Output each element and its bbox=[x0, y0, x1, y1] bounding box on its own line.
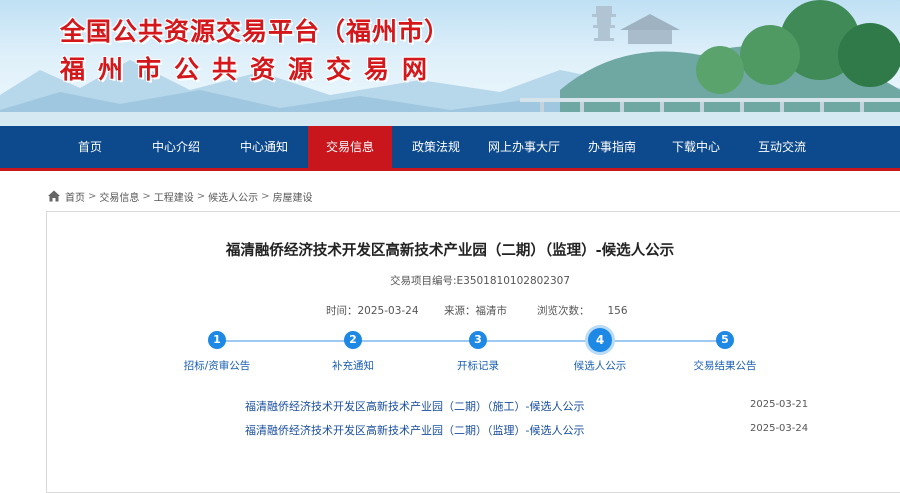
step-2-circle[interactable]: 2 bbox=[344, 331, 362, 349]
breadcrumb: 首页 > 交易信息 > 工程建设 > 候选人公示 > 房屋建设 bbox=[47, 188, 313, 204]
home-icon[interactable] bbox=[47, 189, 61, 203]
breadcrumb-housing[interactable]: 房屋建设 bbox=[273, 189, 313, 204]
nav-center-intro[interactable]: 中心介绍 bbox=[134, 126, 218, 168]
step-1-label[interactable]: 招标/资审公告 bbox=[184, 358, 251, 373]
nav-download[interactable]: 下载中心 bbox=[656, 126, 736, 168]
header-banner: 全国公共资源交易平台（福州市） 福州市公共资源交易网 bbox=[0, 0, 900, 126]
breadcrumb-separator: > bbox=[142, 190, 151, 202]
breadcrumb-separator: > bbox=[196, 190, 206, 202]
project-date: 2025-03-21 bbox=[750, 399, 809, 410]
step-3-circle[interactable]: 3 bbox=[469, 331, 487, 349]
breadcrumb-engineering[interactable]: 工程建设 bbox=[154, 189, 194, 204]
views-label: 浏览次数： bbox=[537, 305, 590, 317]
project-link-supervision[interactable]: 福清融侨经济技术开发区高新技术产业园（二期）（监理）-候选人公示 bbox=[245, 422, 584, 438]
nav-interaction[interactable]: 互动交流 bbox=[742, 126, 822, 168]
nav-home[interactable]: 首页 bbox=[50, 126, 130, 168]
breadcrumb-separator: > bbox=[88, 190, 97, 202]
publish-time: 时间：2025-03-24 bbox=[326, 303, 419, 318]
source: 来源：福清市 bbox=[444, 303, 507, 318]
views-value: 156 bbox=[607, 305, 628, 317]
project-link-construction[interactable]: 福清融侨经济技术开发区高新技术产业园（二期）（施工）-候选人公示 bbox=[245, 398, 584, 414]
source-value: 福清市 bbox=[475, 305, 508, 317]
step-1-circle[interactable]: 1 bbox=[208, 331, 226, 349]
step-5-circle[interactable]: 5 bbox=[716, 331, 734, 349]
step-4-circle[interactable]: 4 bbox=[588, 328, 612, 352]
source-label: 来源： bbox=[444, 305, 476, 317]
step-4-label[interactable]: 候选人公示 bbox=[574, 358, 627, 373]
time-value: 2025-03-24 bbox=[357, 305, 419, 317]
nav-guide[interactable]: 办事指南 bbox=[572, 126, 652, 168]
time-label: 时间： bbox=[326, 305, 358, 317]
nav-online-hall[interactable]: 网上办事大厅 bbox=[478, 126, 570, 168]
site-title: 全国公共资源交易平台（福州市） bbox=[60, 17, 451, 46]
nav-center-notice[interactable]: 中心通知 bbox=[222, 126, 306, 168]
nav-trade-info[interactable]: 交易信息 bbox=[308, 126, 392, 168]
step-5-label[interactable]: 交易结果公告 bbox=[694, 358, 757, 373]
breadcrumb-separator: > bbox=[261, 190, 270, 202]
breadcrumb-trade-info[interactable]: 交易信息 bbox=[99, 189, 139, 204]
step-2-label[interactable]: 补充通知 bbox=[332, 358, 374, 373]
trade-number: 交易项目编号:E3501810102802307 bbox=[389, 275, 571, 287]
nav-policy[interactable]: 政策法规 bbox=[394, 126, 478, 168]
breadcrumb-home[interactable]: 首页 bbox=[65, 189, 85, 204]
step-3-label[interactable]: 开标记录 bbox=[457, 358, 499, 373]
project-date: 2025-03-24 bbox=[750, 423, 809, 434]
main-nav: 首页 中心介绍 中心通知 交易信息 政策法规 网上办事大厅 办事指南 下载中心 … bbox=[0, 126, 900, 171]
site-subtitle: 福州市公共资源交易网 bbox=[60, 55, 441, 84]
article-title: 福清融侨经济技术开发区高新技术产业园（二期）（监理）-候选人公示 bbox=[225, 243, 675, 259]
breadcrumb-candidate-notice[interactable]: 候选人公示 bbox=[208, 189, 258, 204]
view-count: 浏览次数： 156 bbox=[537, 303, 628, 318]
